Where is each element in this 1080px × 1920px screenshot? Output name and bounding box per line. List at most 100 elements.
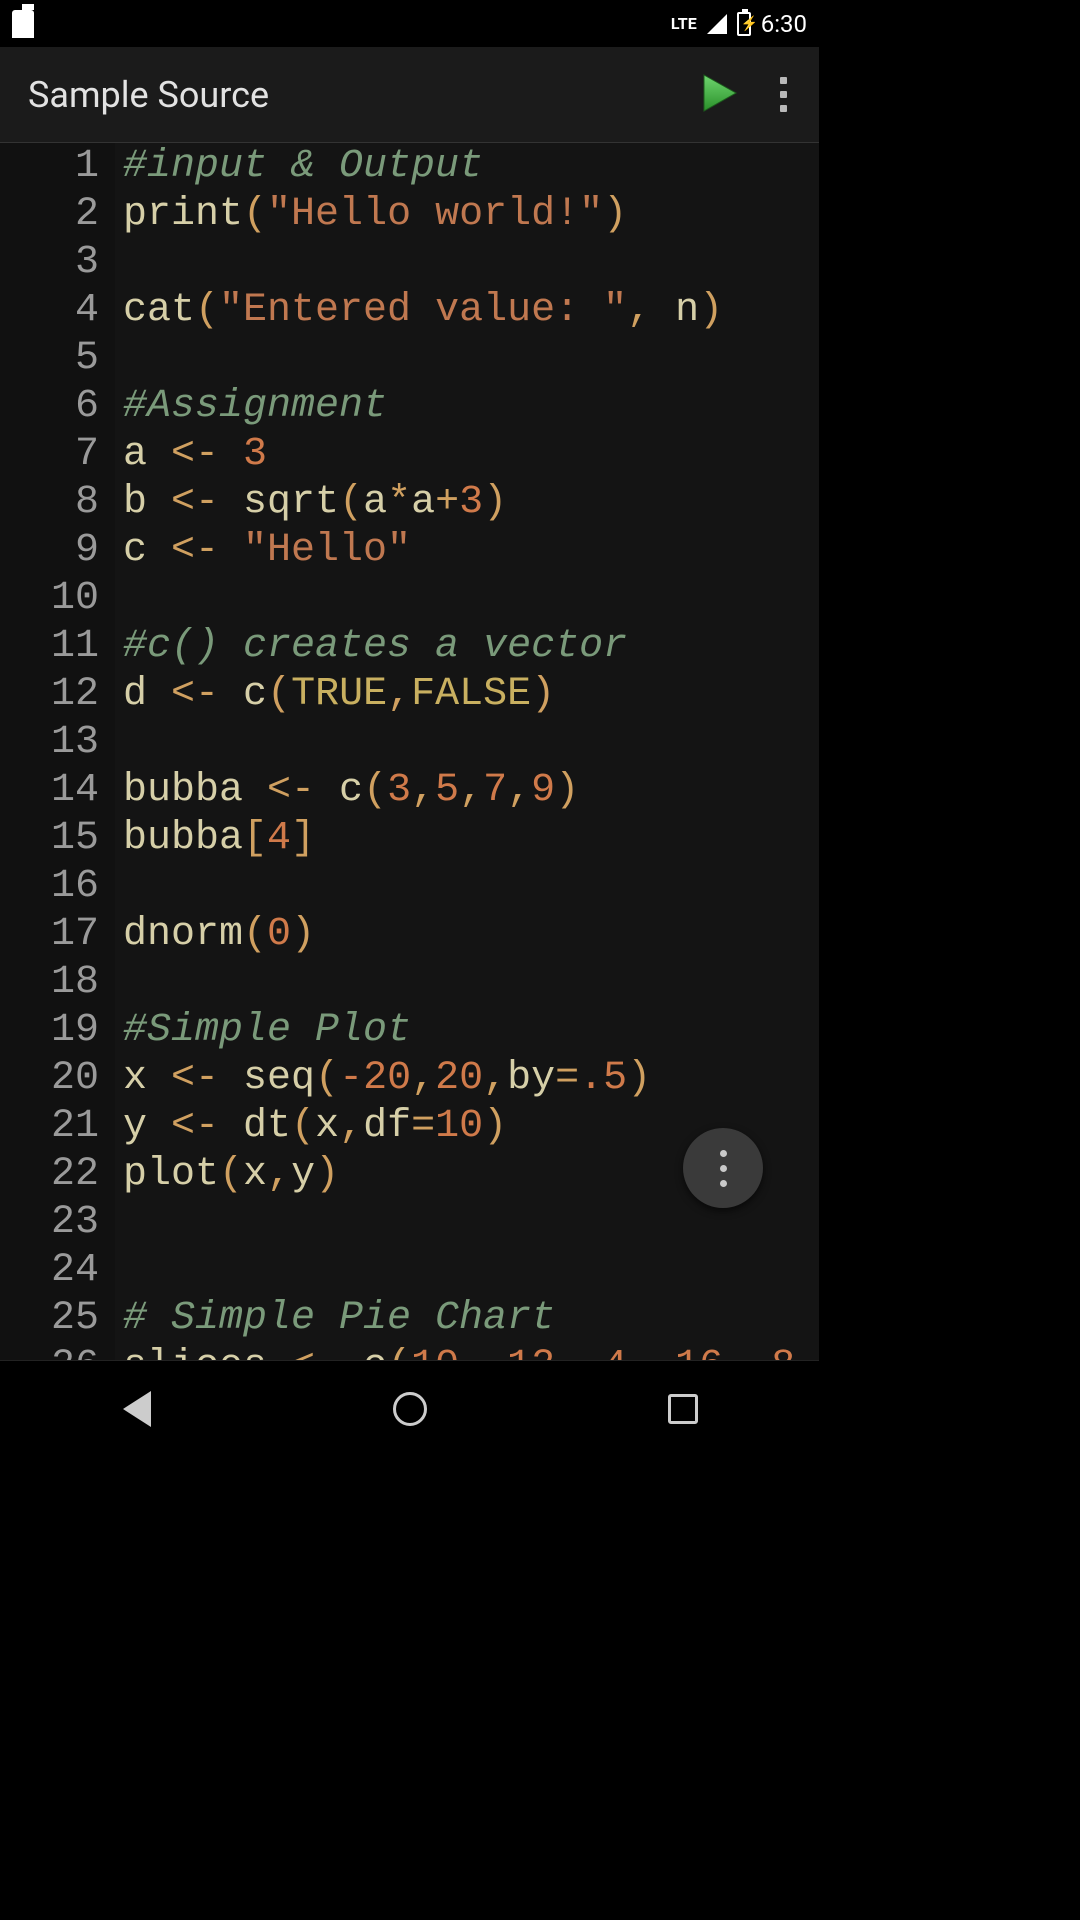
signal-icon [707, 14, 727, 34]
dot-icon [780, 91, 787, 98]
recents-button[interactable] [653, 1379, 713, 1439]
code-token: ( [267, 672, 291, 717]
code-token: 7 [483, 768, 507, 813]
code-token: ) [603, 192, 627, 237]
code-token: ) [699, 288, 723, 333]
code-token: a [123, 432, 171, 477]
code-token: ( [243, 192, 267, 237]
code-token: <- [171, 672, 219, 717]
code-token: , [507, 768, 531, 813]
code-token: 3 [387, 768, 411, 813]
code-token: bubba [123, 768, 267, 813]
code-token: 4 [603, 1344, 627, 1360]
floating-action-button[interactable] [683, 1128, 763, 1208]
code-token: #input & Output [123, 144, 483, 189]
home-icon [393, 1392, 427, 1426]
code-token: 20 [435, 1056, 483, 1101]
code-token: <- [171, 480, 219, 525]
code-token: , [723, 1344, 771, 1360]
code-token: <- [171, 528, 219, 573]
app-bar-actions [696, 71, 811, 119]
code-token: <- [267, 768, 315, 813]
code-token: ( [339, 480, 363, 525]
line-number: 5 [0, 335, 115, 383]
code-token: <- [291, 1344, 339, 1360]
code-token: ( [315, 1056, 339, 1101]
battery-icon: ⚡ [737, 12, 751, 36]
line-number: 7 [0, 431, 115, 479]
code-token: ( [219, 1152, 243, 1197]
code-token: 9 [531, 768, 555, 813]
line-number: 13 [0, 719, 115, 767]
code-token: print [123, 192, 243, 237]
overflow-menu-button[interactable] [774, 71, 793, 118]
clock: 6:30 [761, 10, 807, 38]
run-button[interactable] [696, 71, 740, 119]
code-token: y [123, 1104, 171, 1149]
line-number: 1 [0, 143, 115, 191]
code-token: , [459, 768, 483, 813]
navigation-bar [0, 1360, 819, 1456]
line-number: 6 [0, 383, 115, 431]
code-token: plot [123, 1152, 219, 1197]
status-bar: LTE ⚡ 6:30 [0, 0, 819, 47]
code-token: , [483, 1056, 507, 1101]
line-number: 2 [0, 191, 115, 239]
code-token: by [507, 1056, 555, 1101]
code-token: ) [555, 768, 579, 813]
code-token: ( [195, 288, 219, 333]
code-token: , [627, 1344, 675, 1360]
line-number: 26 [0, 1343, 115, 1360]
code-token: , [555, 1344, 603, 1360]
recents-icon [668, 1394, 698, 1424]
line-number: 20 [0, 1055, 115, 1103]
code-token: , [459, 1344, 507, 1360]
code-editor[interactable]: 1 2 3 4 5 6 7 8 9 10 11 12 13 14 15 16 1… [0, 143, 819, 1360]
line-number: 3 [0, 239, 115, 287]
code-token: 8 [771, 1344, 795, 1360]
code-token: ( [243, 912, 267, 957]
code-token: dt [219, 1104, 291, 1149]
line-number: 11 [0, 623, 115, 671]
code-token: 5 [435, 768, 459, 813]
code-token: cat [123, 288, 195, 333]
back-button[interactable] [107, 1379, 167, 1439]
code-token: dnorm [123, 912, 243, 957]
line-number: 9 [0, 527, 115, 575]
code-token: sqrt [219, 480, 339, 525]
code-token: "Entered value: " [219, 288, 627, 333]
code-token: c [315, 768, 363, 813]
code-token: seq [219, 1056, 315, 1101]
line-number: 14 [0, 767, 115, 815]
network-label: LTE [671, 14, 697, 33]
line-number: 23 [0, 1199, 115, 1247]
dot-icon [780, 77, 787, 84]
code-token: , [627, 288, 651, 333]
code-token: 3 [459, 480, 483, 525]
code-token: , [387, 672, 411, 717]
code-token: 0 [267, 912, 291, 957]
code-token: <- [171, 1104, 219, 1149]
code-token: #Assignment [123, 384, 387, 429]
code-token: ) [483, 480, 507, 525]
code-token: 16 [675, 1344, 723, 1360]
code-token: = [411, 1104, 435, 1149]
status-bar-right: LTE ⚡ 6:30 [671, 10, 807, 38]
code-token: -20 [339, 1056, 411, 1101]
more-vertical-icon [720, 1150, 727, 1187]
code-token: x [123, 1056, 171, 1101]
code-token: ( [387, 1344, 411, 1360]
code-token: #Simple Plot [123, 1008, 411, 1053]
screen: LTE ⚡ 6:30 Sample Source [0, 0, 819, 1456]
line-number: 15 [0, 815, 115, 863]
code-token: bubba [123, 816, 243, 861]
back-icon [123, 1391, 151, 1427]
code-token: + [435, 480, 459, 525]
home-button[interactable] [380, 1379, 440, 1439]
code-token: 3 [219, 432, 267, 477]
code-token: ) [627, 1056, 651, 1101]
code-token: ) [531, 672, 555, 717]
line-number: 21 [0, 1103, 115, 1151]
code-token: y [291, 1152, 315, 1197]
code-token: <- [171, 1056, 219, 1101]
